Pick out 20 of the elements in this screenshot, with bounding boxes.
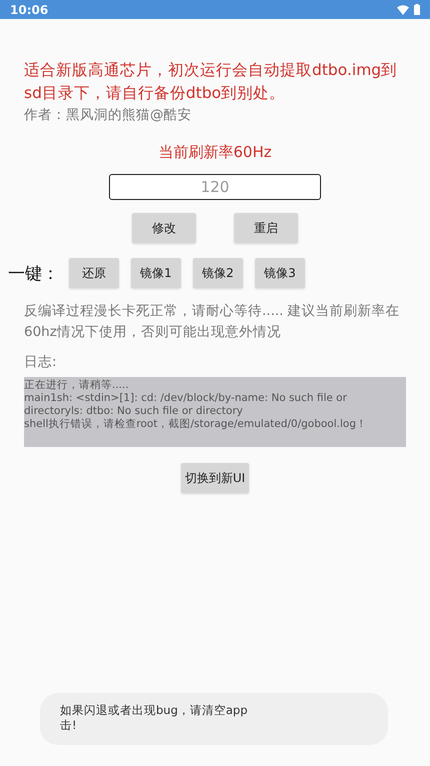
hint-text: 反编译过程漫长卡死正常，请耐心等待..... 建议当前刷新率在60hz情况下使用，否则可能出现意外情况 <box>24 302 401 342</box>
notice-text: 适合新版高通芯片，初次运行会自动提取dtbo.img到sd目录下，请自行备份dtbo到别处。 <box>24 60 398 104</box>
action-button[interactable]: 修改 <box>132 213 196 243</box>
wifi-icon <box>397 4 409 14</box>
toast-text: 击! <box>60 718 78 733</box>
preset-button[interactable]: 还原 <box>69 258 119 288</box>
battery-icon <box>414 4 420 15</box>
log-line: 正在进行，请稍等..... <box>24 379 130 392</box>
preset-button[interactable]: 镜像1 <box>131 258 181 288</box>
switch-ui-button[interactable]: 切换到新UI <box>181 463 249 493</box>
log-line: shell执行错误，请检查root，截图/storage/emulated/0/gobool.log！ <box>24 418 368 431</box>
preset-button[interactable]: 镜像2 <box>193 258 243 288</box>
preset-button[interactable]: 镜像3 <box>255 258 305 288</box>
toast-text: 如果闪退或者出现bug，请清空app <box>60 703 249 718</box>
status-time: 10:06 <box>10 2 48 16</box>
action-button[interactable]: 重启 <box>234 213 298 243</box>
current-rate-text: 当前刷新率60Hz <box>158 143 272 162</box>
log-label: 日志: <box>24 353 58 371</box>
author-text: 作者：黑风洞的熊猫@酷安 <box>24 106 192 124</box>
one-key-label: 一键： <box>8 262 59 284</box>
